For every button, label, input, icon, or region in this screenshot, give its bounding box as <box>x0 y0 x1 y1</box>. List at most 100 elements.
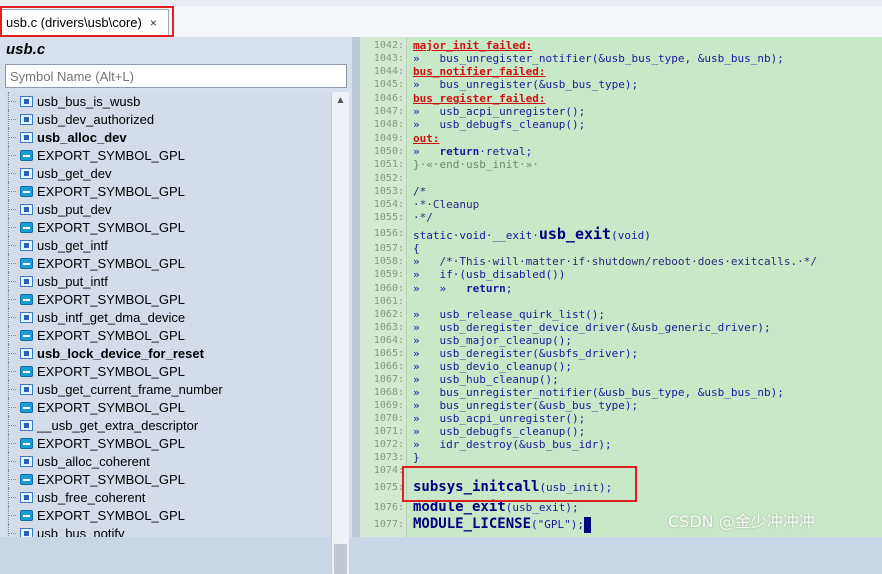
code-editor[interactable]: major_init_failed: » bus_unregister_noti… <box>407 37 882 537</box>
code-keyword-return: return <box>439 145 480 158</box>
line-number: 1074: <box>373 465 404 476</box>
symbol-list-item[interactable]: EXPORT_SYMBOL_GPL <box>5 398 331 416</box>
symbol-list-item[interactable]: usb_alloc_dev <box>5 128 331 146</box>
line-number: 1051: <box>373 159 404 170</box>
symbol-list-item[interactable]: EXPORT_SYMBOL_GPL <box>5 290 331 308</box>
text-cursor <box>584 517 591 533</box>
symbol-label: usb_get_current_frame_number <box>37 381 223 397</box>
symbol-list-item[interactable]: EXPORT_SYMBOL_GPL <box>5 506 331 524</box>
symbol-list-item[interactable]: EXPORT_SYMBOL_GPL <box>5 254 331 272</box>
tree-connector <box>8 182 19 200</box>
line-number: 1063: <box>373 322 404 333</box>
code-line-1063: » usb_deregister_device_driver(&usb_gene… <box>413 321 771 334</box>
tab-bar: usb.c (drivers\usb\core) × <box>0 6 882 38</box>
tree-connector <box>8 416 19 434</box>
symbol-list-item[interactable]: usb_dev_authorized <box>5 110 331 128</box>
code-line-1060: » » return; <box>413 282 512 295</box>
code-line-1043: » bus_unregister_notifier(&usb_bus_type,… <box>413 52 784 65</box>
symbol-list-item[interactable]: usb_put_intf <box>5 272 331 290</box>
symbol-search-input[interactable] <box>6 65 346 87</box>
symbol-list-item[interactable]: usb_get_intf <box>5 236 331 254</box>
line-number: 1058: <box>373 256 404 267</box>
symbol-list-item[interactable]: usb_get_dev <box>5 164 331 182</box>
symbol-label: __usb_get_extra_descriptor <box>37 417 199 433</box>
symbol-list-item[interactable]: EXPORT_SYMBOL_GPL <box>5 218 331 236</box>
symbol-list-item[interactable]: usb_bus_is_wusb <box>5 92 331 110</box>
tree-connector <box>8 146 19 164</box>
scroll-up-arrow-icon[interactable]: ▲ <box>332 92 349 109</box>
macro-icon <box>20 293 33 305</box>
code-line-1045: » bus_unregister(&usb_bus_type); <box>413 78 639 91</box>
symbol-list-item[interactable]: usb_alloc_coherent <box>5 452 331 470</box>
symbol-list-item[interactable]: usb_bus_notify <box>5 524 331 537</box>
line-number: 1068: <box>373 387 404 398</box>
symbol-label: EXPORT_SYMBOL_GPL <box>37 327 185 343</box>
code-line-1044: bus_notifier_failed: <box>413 65 546 78</box>
symbol-label: usb_bus_notify <box>37 525 125 538</box>
symbol-search-field[interactable] <box>5 64 347 88</box>
line-number: 1044: <box>373 66 404 77</box>
scroll-thumb[interactable] <box>334 544 347 574</box>
line-number: 1072: <box>373 439 404 450</box>
symbol-label: usb_bus_is_wusb <box>37 93 141 109</box>
tree-connector <box>8 290 19 308</box>
line-number: 1042: <box>373 40 404 51</box>
code-line-1075: subsys_initcall(usb_init); <box>413 479 612 495</box>
close-icon[interactable]: × <box>150 16 157 30</box>
function-icon <box>20 167 33 179</box>
symbol-label: EXPORT_SYMBOL_GPL <box>37 435 185 451</box>
code-text: ; <box>505 282 513 295</box>
tab-usb-c[interactable]: usb.c (drivers\usb\core) × <box>1 9 169 35</box>
code-text: (usb_exit); <box>505 501 579 514</box>
line-number: 1060: <box>373 283 404 294</box>
code-line-1058: » /*·This·will·matter·if·shutdown/reboot… <box>413 255 817 268</box>
macro-icon <box>20 365 33 377</box>
line-number: 1050: <box>373 146 404 157</box>
symbol-label: usb_intf_get_dma_device <box>37 309 186 325</box>
symbol-label: usb_dev_authorized <box>37 111 155 127</box>
function-icon <box>20 491 33 503</box>
symbol-list-item[interactable]: usb_free_coherent <box>5 488 331 506</box>
symbol-list-item[interactable]: usb_intf_get_dma_device <box>5 308 331 326</box>
symbol-label: EXPORT_SYMBOL_GPL <box>37 183 185 199</box>
watermark: CSDN @金少冲冲冲 <box>668 512 815 531</box>
function-icon <box>20 239 33 251</box>
code-line-1047: » usb_acpi_unregister(); <box>413 105 586 118</box>
symbol-label: usb_lock_device_for_reset <box>37 345 204 361</box>
function-name-usb-exit: usb_exit <box>538 225 612 243</box>
symbol-list-item[interactable]: EXPORT_SYMBOL_GPL <box>5 362 331 380</box>
code-line-1051: }·«·end·usb_init·»· <box>413 158 539 171</box>
symbol-label: EXPORT_SYMBOL_GPL <box>37 363 185 379</box>
macro-icon <box>20 185 33 197</box>
code-line-1067: » usb_hub_cleanup(); <box>413 373 559 386</box>
symbol-list-item[interactable]: EXPORT_SYMBOL_GPL <box>5 326 331 344</box>
tree-connector <box>8 380 19 398</box>
code-line-1053: /* <box>413 185 427 198</box>
line-number: 1048: <box>373 119 404 130</box>
code-indent: » <box>413 145 440 158</box>
pane-splitter[interactable] <box>352 37 360 537</box>
symbol-list-item[interactable]: usb_lock_device_for_reset <box>5 344 331 362</box>
symbol-list-item[interactable]: EXPORT_SYMBOL_GPL <box>5 470 331 488</box>
function-icon <box>20 95 33 107</box>
sidebar-title: usb.c <box>6 41 46 58</box>
line-number: 1067: <box>373 374 404 385</box>
line-number: 1047: <box>373 106 404 117</box>
code-line-1050: » return·retval; <box>413 145 532 158</box>
symbol-list-item[interactable]: __usb_get_extra_descriptor <box>5 416 331 434</box>
line-number-gutter: 1042: 1043: 1044: 1045: 1046: 1047: 1048: 1049:… <box>360 37 407 537</box>
code-text: (usb_init); <box>539 481 613 494</box>
symbol-list-scrollbar[interactable]: ▲ <box>331 92 349 574</box>
line-number: 1064: <box>373 335 404 346</box>
tree-connector <box>8 200 19 218</box>
line-number: 1053: <box>373 186 404 197</box>
code-line-1059: » if·(usb_disabled()) <box>413 268 566 281</box>
macro-icon <box>20 329 33 341</box>
line-number: 1076: <box>373 502 404 513</box>
symbol-list-item[interactable]: EXPORT_SYMBOL_GPL <box>5 434 331 452</box>
symbol-list-item[interactable]: usb_get_current_frame_number <box>5 380 331 398</box>
symbol-list-item[interactable]: EXPORT_SYMBOL_GPL <box>5 146 331 164</box>
tree-connector <box>8 164 19 182</box>
symbol-list-item[interactable]: EXPORT_SYMBOL_GPL <box>5 182 331 200</box>
symbol-list-item[interactable]: usb_put_dev <box>5 200 331 218</box>
